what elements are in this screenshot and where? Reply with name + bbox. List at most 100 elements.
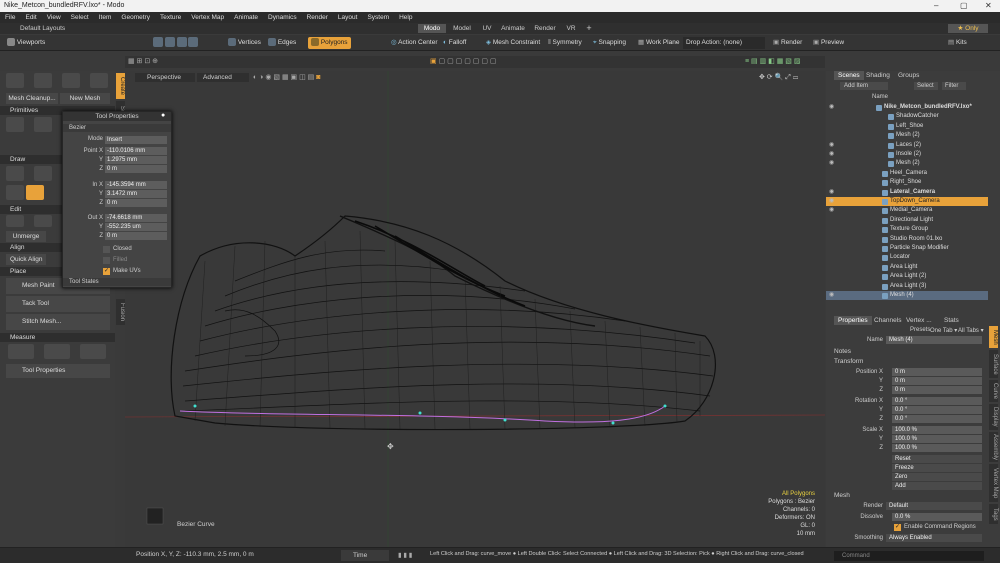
visibility-eye-icon[interactable]: ◉ <box>829 159 835 168</box>
tab-vertex[interactable]: Vertex ... <box>902 316 936 325</box>
menu-render[interactable]: Render <box>302 12 333 23</box>
default-layouts-dropdown[interactable]: Default Layouts <box>6 24 76 33</box>
polygons-mode-button[interactable]: Polygons <box>308 37 351 49</box>
position-x-field[interactable]: 0 m <box>892 368 982 376</box>
falloff-button[interactable]: ◐ Falloff <box>440 37 469 49</box>
out-z-field[interactable]: 0 m <box>105 232 167 240</box>
layout-tab-vr[interactable]: VR <box>562 24 580 33</box>
all-tabs-dropdown[interactable]: All Tabs ▾ <box>958 327 984 334</box>
one-tab-dropdown[interactable]: One Tab ▾ <box>930 327 957 334</box>
3d-viewport[interactable]: ✥ <box>125 71 825 549</box>
scene-item-row[interactable]: Texture Group <box>826 225 988 234</box>
dissolve-field[interactable]: 0.0 % <box>892 513 982 521</box>
tool-states-section[interactable]: Tool States <box>63 278 171 286</box>
primitive-cone-icon[interactable] <box>6 73 24 88</box>
snap-icons[interactable]: ▦ ⊞ ⊡ ⊕ <box>128 57 158 65</box>
layout-tab-model[interactable]: Model <box>448 24 476 33</box>
scene-item-row[interactable]: ◉ Insole (2) <box>826 150 988 159</box>
vtab-surface[interactable]: Surface <box>989 350 998 378</box>
layout-tab-modo[interactable]: Modo <box>418 24 446 33</box>
scale-x-field[interactable]: 100.0 % <box>892 426 982 434</box>
add-dropdown[interactable]: Add <box>892 482 982 490</box>
mode-dropdown[interactable]: Insert <box>105 136 167 144</box>
scene-item-row[interactable]: Particle Snap Modifier <box>826 244 988 253</box>
unmerge-button[interactable]: Unmerge <box>6 231 46 242</box>
time-button[interactable]: Time <box>341 550 389 561</box>
scene-item-row[interactable]: ShadowCatcher <box>826 112 988 121</box>
render-dropdown[interactable]: Default <box>886 502 982 510</box>
mesh-constraint-button[interactable]: ◈ Mesh Constraint <box>483 37 543 49</box>
tool-properties-button[interactable]: Tool Properties <box>6 364 110 378</box>
layout-tab-render[interactable]: Render <box>530 24 560 33</box>
rotation-y-field[interactable]: 0.0 ° <box>892 406 982 414</box>
scene-item-row[interactable]: Studio Room 01.lxo <box>826 235 988 244</box>
scene-item-row[interactable]: ◉ Mesh (4) <box>826 291 988 301</box>
filled-checkbox[interactable] <box>103 257 110 264</box>
maximize-icon[interactable]: ▢ <box>960 1 968 10</box>
menu-help[interactable]: Help <box>394 12 417 23</box>
preview-button[interactable]: ▣ Preview <box>810 37 847 49</box>
rotation-z-field[interactable]: 0.0 ° <box>892 415 982 423</box>
scene-item-row[interactable]: Area Light (2) <box>826 272 988 281</box>
visibility-eye-icon[interactable]: ◉ <box>829 291 835 300</box>
fusion-vtab[interactable]: Fusion <box>116 299 125 325</box>
playback-icons[interactable]: ▮ ▮ ▮ <box>398 551 412 559</box>
transform-section[interactable]: Transform <box>834 358 863 365</box>
bevel-icon[interactable] <box>62 73 80 88</box>
quick-align-button[interactable]: Quick Align <box>6 254 46 265</box>
create-vtab[interactable]: Create <box>116 73 125 99</box>
drop-action-dropdown[interactable]: Drop Action: (none) <box>683 37 765 49</box>
in-y-field[interactable]: 3.1472 mm <box>105 190 167 198</box>
scene-item-row[interactable]: ◉ Laces (2) <box>826 141 988 150</box>
transform-tool-icon[interactable] <box>34 73 52 88</box>
in-x-field[interactable]: -145.3594 mm <box>105 181 167 189</box>
new-mesh-button[interactable]: New Mesh <box>60 93 110 104</box>
pen-icon[interactable] <box>6 166 24 181</box>
bezier-tool-icon[interactable] <box>26 185 44 200</box>
close-panel-icon[interactable]: ● <box>161 112 165 119</box>
add-layout-icon[interactable]: + <box>584 24 594 33</box>
smoothing-dropdown[interactable]: Always Enabled <box>886 534 982 542</box>
menu-edit[interactable]: Edit <box>20 12 41 23</box>
reset-dropdown[interactable]: Reset <box>892 455 982 463</box>
add-item-button[interactable]: Add Item <box>840 82 888 90</box>
copy-icon[interactable] <box>34 215 52 227</box>
point-z-field[interactable]: 0 m <box>105 165 167 173</box>
zero-dropdown[interactable]: Zero <box>892 473 982 481</box>
notes-section[interactable]: Notes <box>834 348 851 355</box>
menu-view[interactable]: View <box>42 12 66 23</box>
visibility-eye-icon[interactable]: ◉ <box>829 197 835 206</box>
scale-y-field[interactable]: 100.0 % <box>892 435 982 443</box>
tab-groups[interactable]: Groups <box>894 71 923 80</box>
scene-item-row[interactable]: Locator <box>826 253 988 262</box>
polygon-pen-icon[interactable] <box>34 166 52 181</box>
tab-stats[interactable]: Stats <box>940 316 963 325</box>
curve-icon[interactable] <box>6 185 24 200</box>
advanced-dropdown[interactable]: Advanced <box>197 73 249 82</box>
position-z-field[interactable]: 0 m <box>892 386 982 394</box>
select-button[interactable]: Select <box>914 82 938 90</box>
name-field[interactable]: Mesh (4) <box>886 336 982 344</box>
visibility-eye-icon[interactable]: ◉ <box>829 206 835 215</box>
perspective-dropdown[interactable]: Perspective <box>135 73 195 82</box>
command-input[interactable]: Command <box>834 551 984 561</box>
scene-item-row[interactable]: ◉ TopDown_Camera <box>826 197 988 207</box>
mesh-section[interactable]: Mesh <box>834 492 850 499</box>
out-y-field[interactable]: -552.235 um <box>105 223 167 231</box>
menu-animate[interactable]: Animate <box>229 12 263 23</box>
edges-mode-button[interactable]: Edges <box>265 37 299 49</box>
scale-z-field[interactable]: 100.0 % <box>892 444 982 452</box>
menu-geometry[interactable]: Geometry <box>116 12 155 23</box>
vtab-curve[interactable]: Curve <box>989 380 998 402</box>
minimize-icon[interactable]: – <box>934 1 938 10</box>
menu-dynamics[interactable]: Dynamics <box>263 12 302 23</box>
scene-item-row[interactable]: ◉ Mesh (2) <box>826 159 988 168</box>
vtab-mesh[interactable]: Mesh <box>989 326 998 348</box>
menu-vertex-map[interactable]: Vertex Map <box>186 12 229 23</box>
scene-item-row[interactable]: ◉ Lateral_Camera <box>826 188 988 197</box>
transform-tools[interactable] <box>150 37 201 49</box>
vtab-vertex-map[interactable]: Vertex Map <box>989 464 998 502</box>
viewport-nav-icons[interactable]: ✥ ⟳ 🔍 ⤢ ▭ <box>759 73 798 82</box>
visibility-eye-icon[interactable]: ◉ <box>829 150 835 159</box>
symmetry-button[interactable]: ⫴ Symmetry <box>545 37 585 49</box>
